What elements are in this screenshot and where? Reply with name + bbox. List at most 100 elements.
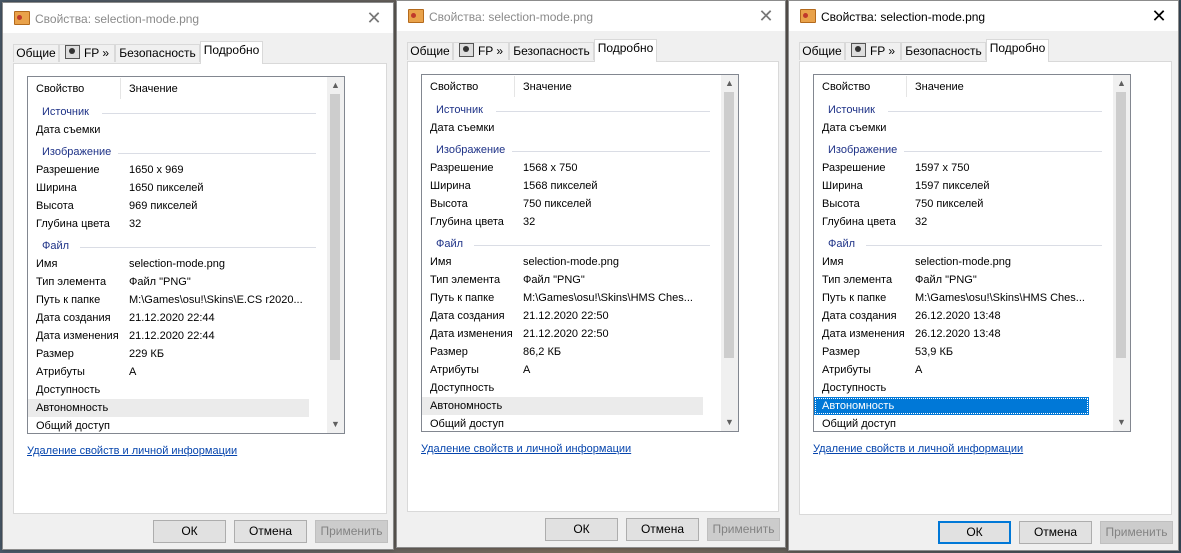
property-row[interactable]: Тип элемента Файл "PNG" <box>814 271 1104 289</box>
property-row[interactable]: Дата съемки <box>814 119 1104 137</box>
tab-security[interactable]: Безопасность <box>509 42 594 60</box>
property-row[interactable]: Размер 86,2 КБ <box>422 343 712 361</box>
tab-fp[interactable]: FP » <box>453 42 509 60</box>
property-row[interactable]: Доступность <box>28 381 318 399</box>
scrollbar-thumb[interactable] <box>1116 92 1126 358</box>
property-row[interactable]: Доступность <box>422 379 712 397</box>
property-row[interactable]: Высота 969 пикселей <box>28 197 318 215</box>
property-row[interactable]: Имя selection-mode.png <box>814 253 1104 271</box>
remove-properties-link[interactable]: Удаление свойств и личной информации <box>27 445 237 457</box>
properties-list[interactable]: Свойство Значение Источник Дата съемки Изобр… <box>421 74 739 432</box>
ok-button[interactable]: ОК <box>938 521 1011 544</box>
property-row[interactable]: Размер 229 КБ <box>28 345 318 363</box>
property-row[interactable]: Размер 53,9 КБ <box>814 343 1104 361</box>
close-icon[interactable]: ✕ <box>362 6 386 30</box>
property-row[interactable]: Имя selection-mode.png <box>28 255 318 273</box>
ok-button[interactable]: ОК <box>153 520 226 543</box>
cancel-button[interactable]: Отмена <box>626 518 699 541</box>
column-header-value[interactable]: Значение <box>129 83 178 95</box>
tab-security[interactable]: Безопасность <box>901 42 986 60</box>
property-row[interactable]: Автономность <box>422 397 703 415</box>
property-row[interactable]: Разрешение 1568 x 750 <box>422 159 712 177</box>
property-row[interactable]: Глубина цвета 32 <box>814 213 1104 231</box>
properties-list[interactable]: Свойство Значение Источник Дата съемки Изобр… <box>27 76 345 434</box>
tab-general[interactable]: Общие <box>407 42 453 60</box>
property-row[interactable]: Общий доступ <box>422 415 712 431</box>
column-divider[interactable] <box>120 78 121 99</box>
vertical-scrollbar[interactable]: ▲ ▼ <box>327 77 344 433</box>
property-row[interactable]: Дата изменения 26.12.2020 13:48 <box>814 325 1104 343</box>
title-bar[interactable]: Свойства: selection-mode.png ✕ <box>397 1 785 31</box>
cancel-button[interactable]: Отмена <box>234 520 307 543</box>
group-divider <box>866 245 1102 246</box>
property-row[interactable]: Глубина цвета 32 <box>422 213 712 231</box>
property-row[interactable]: Общий доступ <box>28 417 318 433</box>
property-row[interactable]: Путь к папке M:\Games\osu!\Skins\HMS Ches… <box>814 289 1104 307</box>
close-icon[interactable]: ✕ <box>1147 4 1171 28</box>
tab-fp[interactable]: FP » <box>845 42 901 60</box>
property-row[interactable]: Разрешение 1650 x 969 <box>28 161 318 179</box>
scroll-down-icon[interactable]: ▼ <box>1113 414 1130 431</box>
property-row[interactable]: Атрибуты A <box>814 361 1104 379</box>
property-row[interactable]: Ширина 1597 пикселей <box>814 177 1104 195</box>
property-row[interactable]: Тип элемента Файл "PNG" <box>422 271 712 289</box>
property-row[interactable]: Дата съемки <box>422 119 712 137</box>
property-row[interactable]: Дата съемки <box>28 121 318 139</box>
remove-properties-link[interactable]: Удаление свойств и личной информации <box>813 443 1023 455</box>
property-row[interactable]: Глубина цвета 32 <box>28 215 318 233</box>
scroll-up-icon[interactable]: ▲ <box>1113 75 1130 92</box>
property-row[interactable]: Ширина 1568 пикселей <box>422 177 712 195</box>
property-row[interactable]: Высота 750 пикселей <box>422 195 712 213</box>
scrollbar-thumb[interactable] <box>724 92 734 358</box>
tab-general[interactable]: Общие <box>799 42 845 60</box>
property-row[interactable]: Ширина 1650 пикселей <box>28 179 318 197</box>
column-header-value[interactable]: Значение <box>523 81 572 93</box>
tab-details[interactable]: Подробно <box>986 39 1049 62</box>
scroll-up-icon[interactable]: ▲ <box>327 77 344 94</box>
column-divider[interactable] <box>906 76 907 97</box>
property-row[interactable]: Дата изменения 21.12.2020 22:44 <box>28 327 318 345</box>
property-row[interactable]: Путь к папке M:\Games\osu!\Skins\HMS Ches… <box>422 289 712 307</box>
scroll-up-icon[interactable]: ▲ <box>721 75 738 92</box>
property-row[interactable]: Доступность <box>814 379 1104 397</box>
column-header-property[interactable]: Свойство <box>36 83 84 95</box>
column-divider[interactable] <box>514 76 515 97</box>
tab-fp[interactable]: FP » <box>59 44 115 62</box>
property-row[interactable]: Атрибуты A <box>422 361 712 379</box>
property-row[interactable]: Дата создания 26.12.2020 13:48 <box>814 307 1104 325</box>
column-header-property[interactable]: Свойство <box>822 81 870 93</box>
close-icon[interactable]: ✕ <box>754 4 778 28</box>
cancel-button[interactable]: Отмена <box>1019 521 1092 544</box>
property-row[interactable]: Тип элемента Файл "PNG" <box>28 273 318 291</box>
property-row[interactable]: Дата создания 21.12.2020 22:50 <box>422 307 712 325</box>
title-bar[interactable]: Свойства: selection-mode.png ✕ <box>3 3 393 33</box>
tab-details[interactable]: Подробно <box>200 41 263 64</box>
property-row[interactable]: Разрешение 1597 x 750 <box>814 159 1104 177</box>
property-row[interactable]: Дата изменения 21.12.2020 22:50 <box>422 325 712 343</box>
apply-button[interactable]: Применить <box>707 518 780 541</box>
column-header-property[interactable]: Свойство <box>430 81 478 93</box>
property-row[interactable]: Имя selection-mode.png <box>422 253 712 271</box>
column-header-value[interactable]: Значение <box>915 81 964 93</box>
property-row[interactable]: Высота 750 пикселей <box>814 195 1104 213</box>
apply-button[interactable]: Применить <box>315 520 388 543</box>
tab-security[interactable]: Безопасность <box>115 44 200 62</box>
scroll-down-icon[interactable]: ▼ <box>327 416 344 433</box>
property-row[interactable]: Общий доступ <box>814 415 1104 431</box>
property-row[interactable]: Автономность <box>28 399 309 417</box>
title-bar[interactable]: Свойства: selection-mode.png ✕ <box>789 1 1178 31</box>
scrollbar-thumb[interactable] <box>330 94 340 360</box>
remove-properties-link[interactable]: Удаление свойств и личной информации <box>421 443 631 455</box>
tab-general[interactable]: Общие <box>13 44 59 62</box>
property-row[interactable]: Атрибуты A <box>28 363 318 381</box>
apply-button[interactable]: Применить <box>1100 521 1173 544</box>
tab-details[interactable]: Подробно <box>594 39 657 62</box>
vertical-scrollbar[interactable]: ▲ ▼ <box>1113 75 1130 431</box>
scroll-down-icon[interactable]: ▼ <box>721 414 738 431</box>
properties-list[interactable]: Свойство Значение Источник Дата съемки Изобр… <box>813 74 1131 432</box>
property-row[interactable]: Автономность <box>814 397 1089 415</box>
property-row[interactable]: Дата создания 21.12.2020 22:44 <box>28 309 318 327</box>
vertical-scrollbar[interactable]: ▲ ▼ <box>721 75 738 431</box>
ok-button[interactable]: ОК <box>545 518 618 541</box>
property-row[interactable]: Путь к папке M:\Games\osu!\Skins\E.CS r20… <box>28 291 318 309</box>
